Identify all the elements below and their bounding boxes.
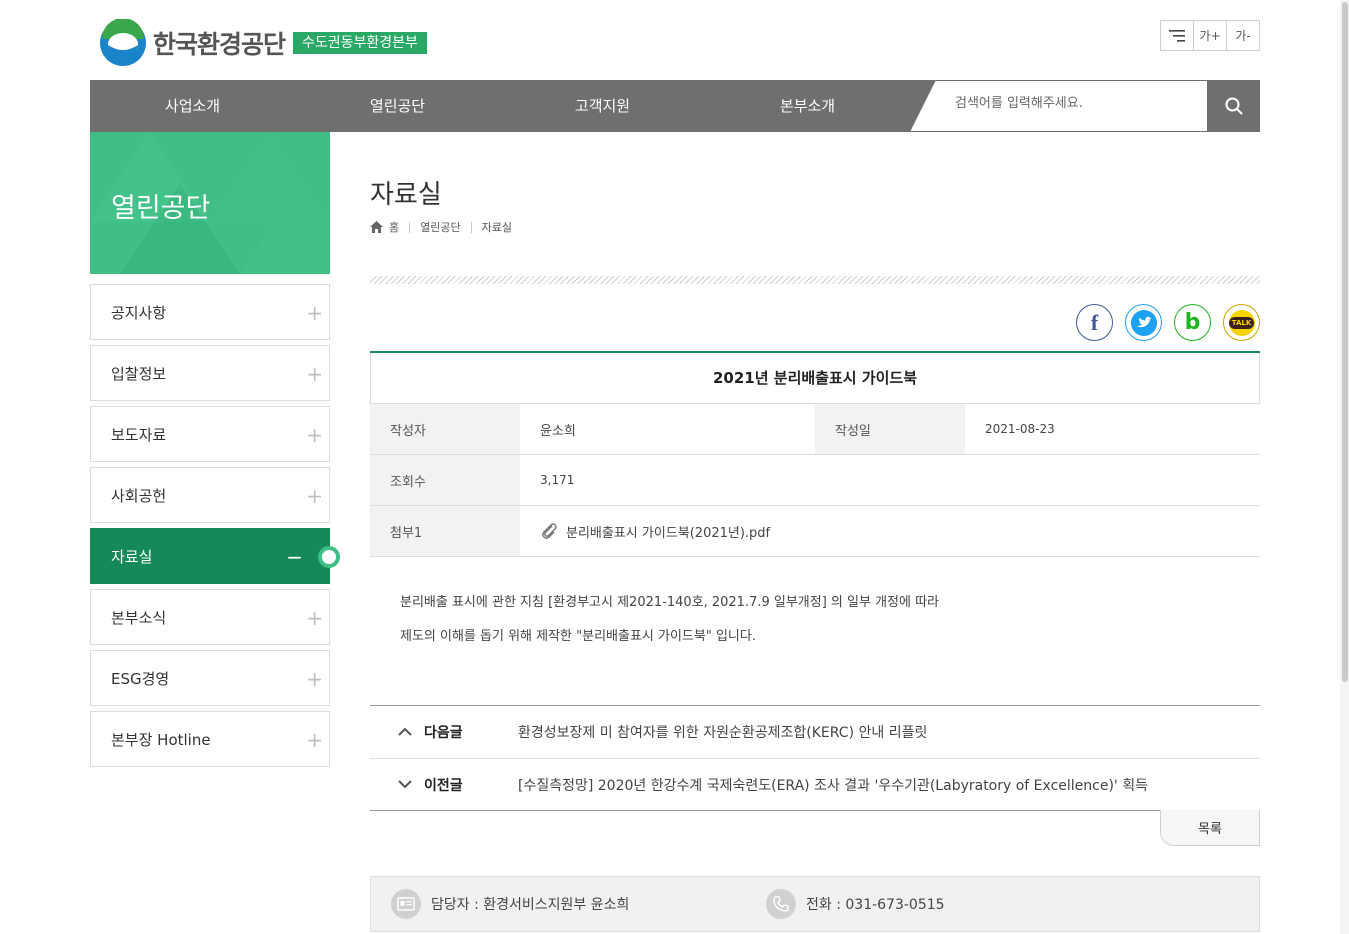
chevron-up-icon [398,724,414,740]
sidebar-item-contribution[interactable]: 사회공헌 + [90,467,330,523]
site-logo[interactable]: 한국환경공단 수도권동부환경본부 [99,18,427,67]
contact-phone: 전화 : 031-673-0515 [806,897,945,913]
twitter-bird-icon [1130,309,1157,336]
attachment-name: 분리배출표시 가이드북(2021년).pdf [566,525,771,541]
next-post-row[interactable]: 다음글 환경성보장제 미 참여자를 위한 자원순환공제조합(KERC) 안내 리… [370,706,1260,758]
plus-icon: + [306,423,323,447]
active-indicator-icon [318,546,340,568]
contact-bar: 담당자 : 환경서비스지원부 윤소희 전화 : 031-673-0515 [370,876,1260,932]
sidebar-item-esg[interactable]: ESG경영 + [90,650,330,706]
post-views-row: 조회수 3,171 [370,455,1260,506]
contact-person: 담당자 : 환경서비스지원부 윤소희 [431,897,630,913]
sidebar-item-label: 본부장 Hotline [111,730,211,749]
post-title: 2021년 분리배출표시 가이드북 [370,353,1260,404]
sidebar-item-label: 공지사항 [111,303,167,322]
twitter-share-icon[interactable] [1125,304,1162,341]
paperclip-icon [542,523,557,539]
date-label: 작성일 [815,404,965,454]
nav-item-business[interactable]: 사업소개 [90,80,295,132]
search-button[interactable] [1207,80,1260,132]
post-meta-row: 작성자 윤소희 작성일 2021-08-23 [370,404,1260,455]
search-box [910,80,1208,132]
post-attachment-row: 첨부1 분리배출표시 가이드북(2021년).pdf [370,506,1260,557]
page: 한국환경공단 수도권동부환경본부 가+ 가- 사업소개 열린공단 고객지원 본부… [0,0,1349,934]
search-icon [1225,97,1243,115]
date-value: 2021-08-23 [985,422,1055,436]
sidebar-item-archive[interactable]: 자료실 − [90,528,340,584]
kakaotalk-label: TALK [1228,316,1255,329]
breadcrumb-open[interactable]: 열린공단 [420,219,460,235]
plus-icon: + [306,728,323,752]
prev-post-label: 이전글 [424,777,463,794]
sidebar-item-label: 입찰정보 [111,364,167,383]
views-value: 3,171 [540,473,575,487]
facebook-share-icon[interactable]: f [1076,304,1113,341]
chevron-down-icon [398,777,414,793]
minus-icon: − [286,545,303,569]
attachment-link[interactable]: 분리배출표시 가이드북(2021년).pdf [540,522,770,541]
sidebar-item-hotline[interactable]: 본부장 Hotline + [90,711,330,767]
header-tools: 가+ 가- [1160,20,1260,51]
sidebar-item-press[interactable]: 보도자료 + [90,406,330,462]
font-smaller-button[interactable]: 가- [1227,21,1259,50]
search-input[interactable] [955,96,1195,111]
plus-icon: + [306,484,323,508]
sidebar-item-label: 자료실 [111,547,153,566]
author-value: 윤소희 [540,423,576,439]
post-navigation: 다음글 환경성보장제 미 참여자를 위한 자원순환공제조합(KERC) 안내 리… [370,705,1260,811]
nav-item-about[interactable]: 본부소개 [705,80,910,132]
post-body: 분리배출 표시에 관한 지침 [환경부고시 제2021-140호, 2021.7… [400,586,939,654]
plus-icon: + [306,667,323,691]
font-larger-button[interactable]: 가+ [1194,21,1227,50]
logo-mark-icon [99,18,147,67]
sidebar-item-label: 보도자료 [111,425,167,444]
sidebar-item-notice[interactable]: 공지사항 + [90,284,330,340]
id-card-icon [391,889,421,919]
sidebar-menu: 공지사항 + 입찰정보 + 보도자료 + 사회공헌 + 자료실 − 본부소식 +… [90,284,340,772]
page-title: 자료실 [370,180,442,210]
prev-post-title[interactable]: [수질측정망] 2020년 한강수계 국제숙련도(ERA) 조사 결과 '우수기… [518,775,1148,795]
next-post-title[interactable]: 환경성보장제 미 참여자를 위한 자원순환공제조합(KERC) 안내 리플릿 [518,722,927,742]
breadcrumb-divider [470,221,472,233]
plus-icon: + [306,606,323,630]
post-body-line: 제도의 이해를 돕기 위해 제작한 "분리배출표시 가이드북" 입니다. [400,629,756,644]
breadcrumb: 홈 열린공단 자료실 [370,219,512,235]
sidebar-title-panel: 열린공단 [90,132,330,274]
plus-icon: + [306,301,323,325]
menu-icon[interactable] [1161,21,1194,50]
logo-subtitle: 수도권동부환경본부 [293,32,427,54]
home-icon[interactable] [370,221,383,233]
next-post-label: 다음글 [424,725,463,741]
sidebar-title: 열린공단 [111,193,211,224]
sidebar-item-label: ESG경영 [111,669,170,688]
prev-post-row[interactable]: 이전글 [수질측정망] 2020년 한강수계 국제숙련도(ERA) 조사 결과 … [370,758,1260,810]
breadcrumb-archive[interactable]: 자료실 [482,219,512,235]
kakaotalk-share-icon[interactable]: TALK [1223,304,1260,341]
post-body-line: 분리배출 표시에 관한 지침 [환경부고시 제2021-140호, 2021.7… [400,595,940,610]
hatch-divider [370,276,1260,284]
scrollbar-thumb[interactable] [1342,2,1348,682]
band-share-icon[interactable]: b [1174,304,1211,341]
views-label: 조회수 [370,455,520,505]
sidebar-item-bid[interactable]: 입찰정보 + [90,345,330,401]
plus-icon: + [306,362,323,386]
breadcrumb-home[interactable]: 홈 [389,219,399,235]
facebook-glyph: f [1090,309,1099,335]
nav-item-open[interactable]: 열린공단 [295,80,500,132]
nav-item-support[interactable]: 고객지원 [500,80,705,132]
author-label: 작성자 [370,404,520,454]
post-view: 2021년 분리배출표시 가이드북 작성자 윤소희 작성일 2021-08-23… [370,351,1260,557]
page-scrollbar[interactable] [1340,0,1349,934]
kakaotalk-bubble-icon: TALK [1228,309,1255,336]
phone-icon [766,889,796,919]
attachment-label: 첨부1 [370,506,520,556]
sidebar-item-label: 본부소식 [111,608,167,627]
sidebar-item-label: 사회공헌 [111,486,167,505]
band-glyph: b [1184,310,1201,335]
breadcrumb-divider [409,221,411,233]
logo-name: 한국환경공단 [153,30,286,59]
list-button[interactable]: 목록 [1160,810,1260,846]
sidebar-item-news[interactable]: 본부소식 + [90,589,330,645]
